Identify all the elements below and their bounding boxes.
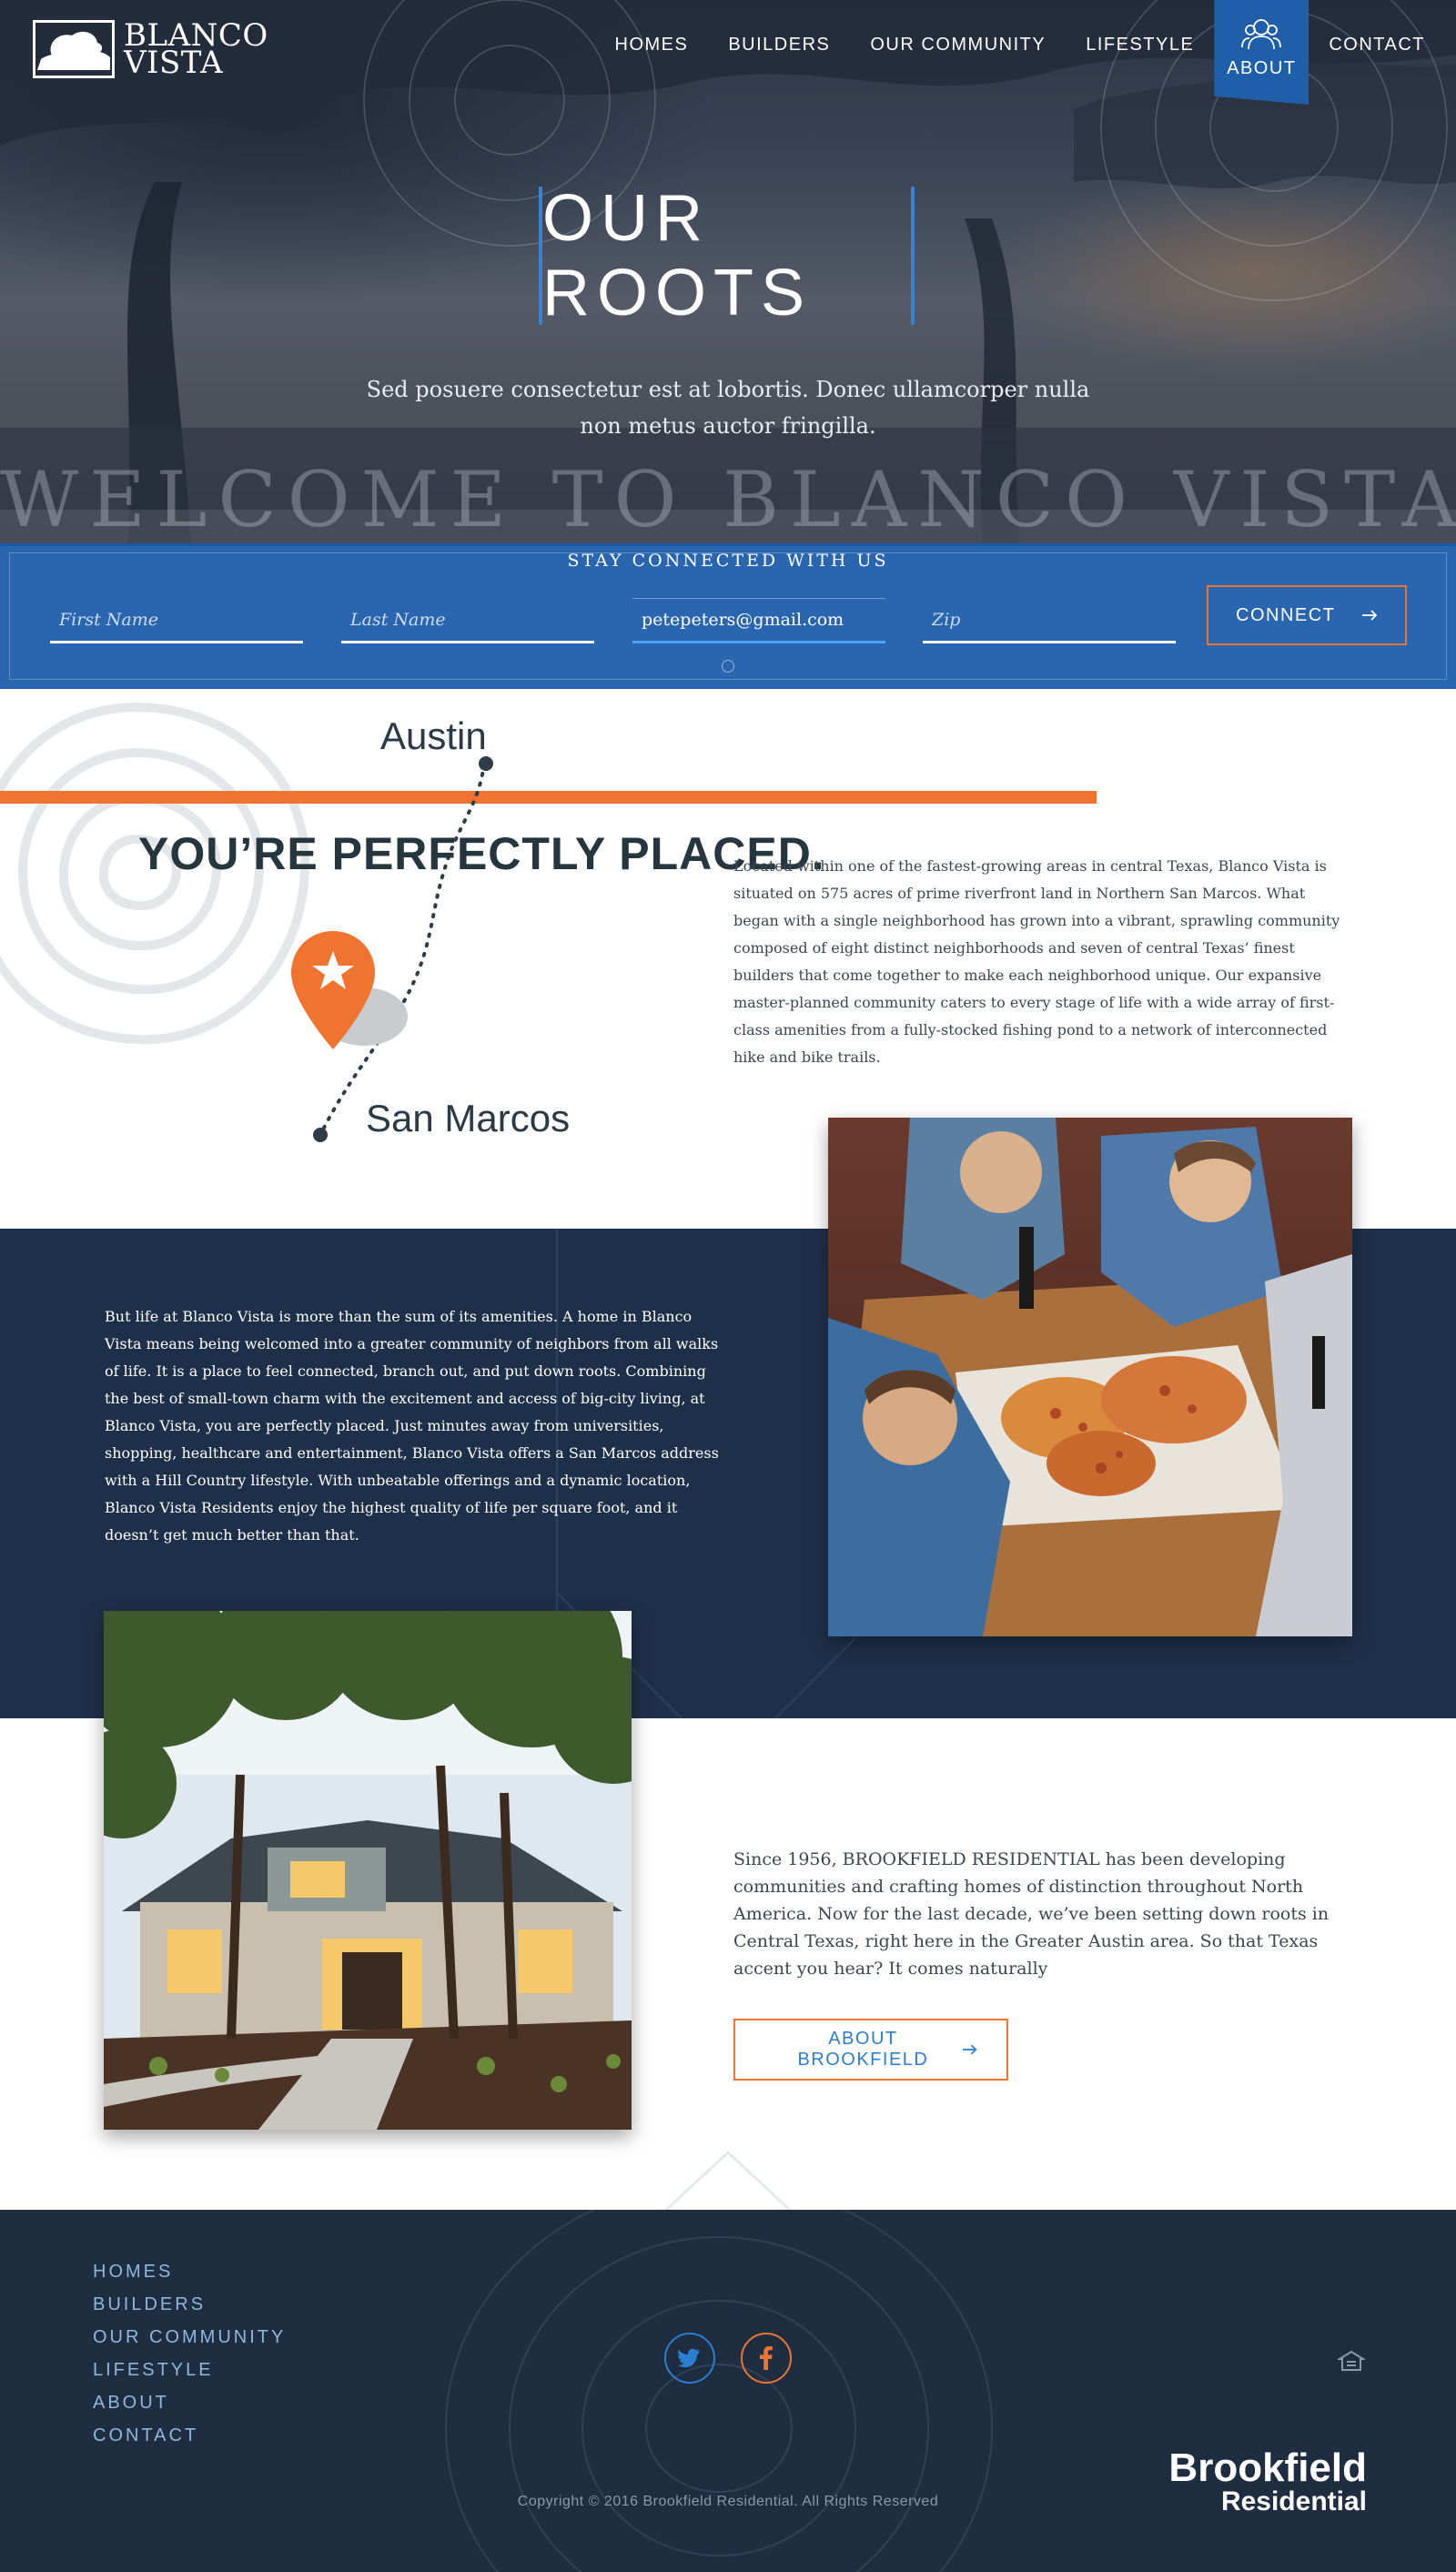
city-label-san-marcos: San Marcos [366, 1097, 571, 1139]
nav-item-lifestyle[interactable]: LIFESTYLE [1066, 0, 1214, 91]
page-title: OUR ROOTS [542, 182, 813, 329]
footer-link-lifestyle[interactable]: LIFESTYLE [93, 2354, 286, 2386]
facebook-link[interactable] [741, 2333, 792, 2384]
hero-subtitle: Sed posuere consectetur est at lobortis.… [366, 377, 1090, 439]
footer-link-homes[interactable]: HOMES [93, 2255, 286, 2288]
nav-item-homes[interactable]: HOMES [595, 0, 709, 91]
section-title: YOU’RE PERFECTLY PLACED. [138, 828, 825, 879]
nav-item-builders[interactable]: BUILDERS [708, 0, 850, 91]
community-description: But life at Blanco Vista is more than th… [105, 1308, 719, 1544]
form-title: STAY CONNECTED WITH US [567, 551, 889, 571]
hero-title-frame: OUR ROOTS [539, 182, 915, 329]
city-label-austin: Austin [380, 714, 487, 757]
zip-field[interactable] [923, 598, 1176, 643]
people-icon [1241, 19, 1282, 50]
nav-item-about[interactable]: ABOUT [1214, 0, 1309, 105]
main-nav: HOMES BUILDERS OUR COMMUNITY LIFESTYLE A… [595, 0, 1456, 105]
friends-eating-pizza-photo [828, 1118, 1352, 1636]
connect-button[interactable]: CONNECT [1207, 585, 1407, 645]
brookfield-logo-line-1: Brookfield [1168, 2445, 1367, 2490]
brookfield-description: Since 1956, BROOKFIELD RESIDENTIAL has b… [733, 1849, 1330, 1979]
form-decoration-dot [722, 660, 734, 673]
twitter-link[interactable] [664, 2333, 715, 2384]
nav-item-contact[interactable]: CONTACT [1309, 0, 1456, 91]
footer-link-builders[interactable]: BUILDERS [93, 2288, 286, 2321]
model-home-photo [104, 1611, 632, 2130]
divider-chevron [664, 2150, 792, 2212]
equal-housing-icon [1338, 2350, 1365, 2371]
email-field[interactable] [632, 598, 885, 643]
last-name-field[interactable] [341, 598, 594, 643]
location-description: Located within one of the fastest-growin… [733, 857, 1340, 1066]
first-name-field[interactable] [50, 598, 303, 643]
welcome-sign-text: WELCOME TO BLANCO VISTA [0, 455, 1456, 544]
site-footer: HOMES BUILDERS OUR COMMUNITY LIFESTYLE A… [0, 2210, 1456, 2572]
facebook-icon [760, 2346, 773, 2370]
arrow-right-icon [962, 2044, 977, 2055]
site-logo[interactable]: BLANCO VISTA [33, 20, 268, 78]
stay-connected-form: STAY CONNECTED WITH US CONNECT [0, 543, 1456, 689]
hero-section: BLANCO VISTA HOMES BUILDERS OUR COMMUNIT… [0, 0, 1456, 546]
star-map-pin-icon [291, 931, 375, 1049]
footer-link-our-community[interactable]: OUR COMMUNITY [93, 2321, 286, 2354]
copyright-text: Copyright © 2016 Brookfield Residential.… [517, 2494, 939, 2509]
footer-nav: HOMES BUILDERS OUR COMMUNITY LIFESTYLE A… [93, 2255, 286, 2452]
tree-logo-icon [33, 20, 115, 78]
arrow-right-icon [1362, 610, 1378, 621]
connect-button-label: CONNECT [1236, 604, 1336, 625]
about-brookfield-button[interactable]: ABOUT BROOKFIELD [733, 2019, 1008, 2081]
nav-item-our-community[interactable]: OUR COMMUNITY [850, 0, 1066, 91]
footer-link-about[interactable]: ABOUT [93, 2386, 286, 2419]
twitter-icon [678, 2348, 700, 2368]
footer-link-contact[interactable]: CONTACT [93, 2419, 286, 2452]
about-brookfield-button-label: ABOUT BROOKFIELD [797, 2029, 929, 2070]
nav-item-about-label: ABOUT [1227, 58, 1297, 78]
accent-bar [0, 791, 1097, 804]
